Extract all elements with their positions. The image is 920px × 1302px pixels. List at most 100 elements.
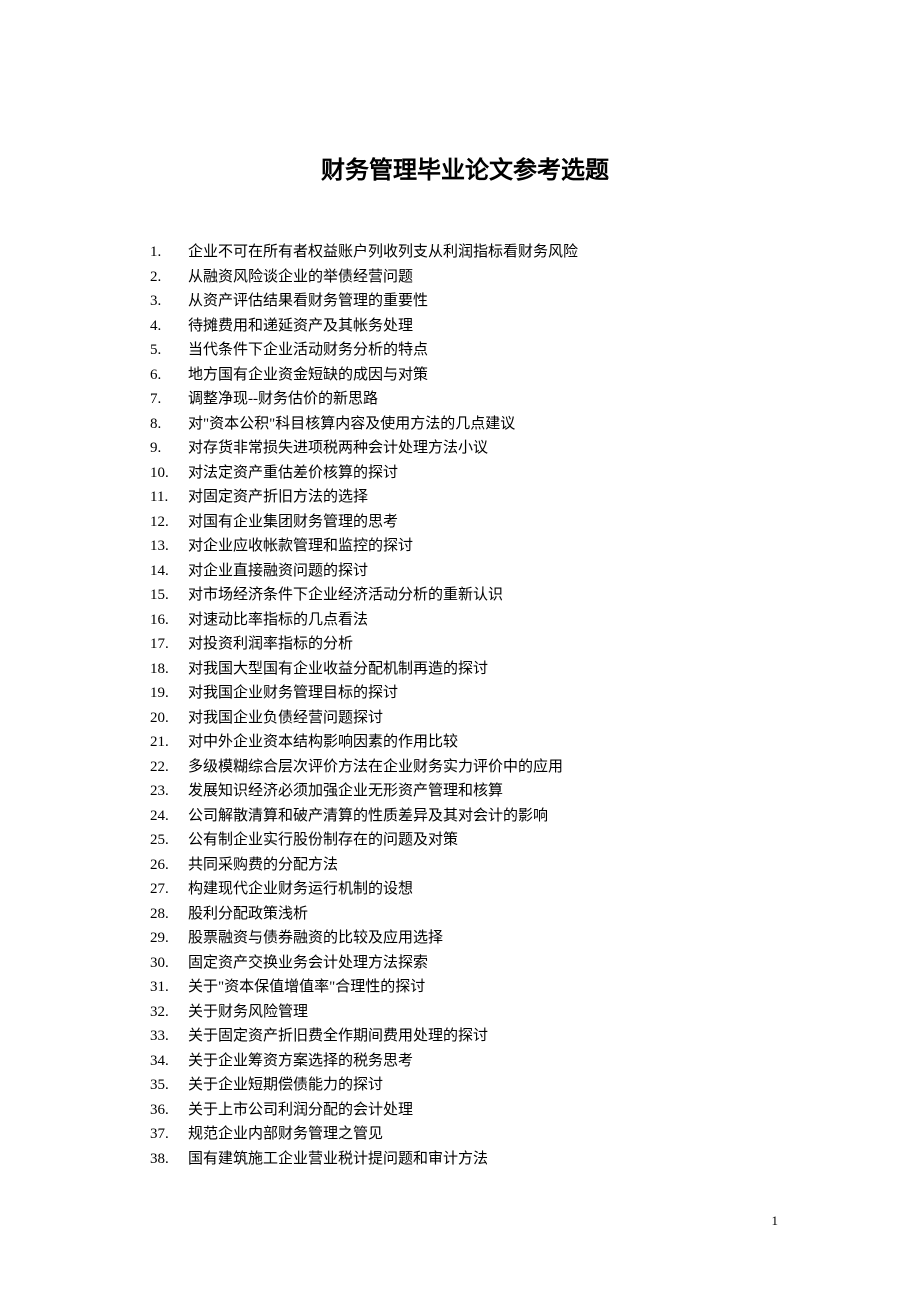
document-page: 财务管理毕业论文参考选题 1.企业不可在所有者权益账户列收列支从利润指标看财务风… xyxy=(0,0,920,1231)
item-number: 3. xyxy=(150,289,188,314)
item-text: 调整净现--财务估价的新思路 xyxy=(188,387,780,412)
list-item: 18.对我国大型国有企业收益分配机制再造的探讨 xyxy=(150,657,780,682)
item-number: 13. xyxy=(150,534,188,559)
list-item: 24.公司解散清算和破产清算的性质差异及其对会计的影响 xyxy=(150,804,780,829)
list-item: 4.待摊费用和递延资产及其帐务处理 xyxy=(150,314,780,339)
item-number: 19. xyxy=(150,681,188,706)
item-text: 关于财务风险管理 xyxy=(188,1000,780,1025)
item-text: 固定资产交换业务会计处理方法探索 xyxy=(188,951,780,976)
item-number: 28. xyxy=(150,902,188,927)
item-number: 2. xyxy=(150,265,188,290)
item-text: 关于固定资产折旧费全作期间费用处理的探讨 xyxy=(188,1024,780,1049)
list-item: 15.对市场经济条件下企业经济活动分析的重新认识 xyxy=(150,583,780,608)
item-text: 对存货非常损失进项税两种会计处理方法小议 xyxy=(188,436,780,461)
item-text: 对投资利润率指标的分析 xyxy=(188,632,780,657)
item-number: 12. xyxy=(150,510,188,535)
item-number: 37. xyxy=(150,1122,188,1147)
list-item: 11.对固定资产折旧方法的选择 xyxy=(150,485,780,510)
item-text: 从资产评估结果看财务管理的重要性 xyxy=(188,289,780,314)
item-number: 9. xyxy=(150,436,188,461)
item-number: 15. xyxy=(150,583,188,608)
item-number: 27. xyxy=(150,877,188,902)
list-item: 12.对国有企业集团财务管理的思考 xyxy=(150,510,780,535)
item-number: 8. xyxy=(150,412,188,437)
item-text: 当代条件下企业活动财务分析的特点 xyxy=(188,338,780,363)
item-text: 对"资本公积"科目核算内容及使用方法的几点建议 xyxy=(188,412,780,437)
item-number: 18. xyxy=(150,657,188,682)
list-item: 36.关于上市公司利润分配的会计处理 xyxy=(150,1098,780,1123)
item-number: 29. xyxy=(150,926,188,951)
item-text: 关于企业短期偿债能力的探讨 xyxy=(188,1073,780,1098)
item-text: 对我国企业负债经营问题探讨 xyxy=(188,706,780,731)
item-text: 对国有企业集团财务管理的思考 xyxy=(188,510,780,535)
item-number: 17. xyxy=(150,632,188,657)
list-item: 6.地方国有企业资金短缺的成因与对策 xyxy=(150,363,780,388)
item-text: 对我国大型国有企业收益分配机制再造的探讨 xyxy=(188,657,780,682)
item-number: 1. xyxy=(150,240,188,265)
item-number: 11. xyxy=(150,485,188,510)
item-number: 24. xyxy=(150,804,188,829)
list-item: 16.对速动比率指标的几点看法 xyxy=(150,608,780,633)
topic-list: 1.企业不可在所有者权益账户列收列支从利润指标看财务风险2.从融资风险谈企业的举… xyxy=(150,240,780,1171)
list-item: 13.对企业应收帐款管理和监控的探讨 xyxy=(150,534,780,559)
item-number: 25. xyxy=(150,828,188,853)
item-text: 规范企业内部财务管理之管见 xyxy=(188,1122,780,1147)
list-item: 22.多级模糊综合层次评价方法在企业财务实力评价中的应用 xyxy=(150,755,780,780)
document-title: 财务管理毕业论文参考选题 xyxy=(150,150,780,185)
item-text: 股利分配政策浅析 xyxy=(188,902,780,927)
list-item: 23.发展知识经济必须加强企业无形资产管理和核算 xyxy=(150,779,780,804)
item-text: 对中外企业资本结构影响因素的作用比较 xyxy=(188,730,780,755)
item-number: 32. xyxy=(150,1000,188,1025)
item-text: 待摊费用和递延资产及其帐务处理 xyxy=(188,314,780,339)
list-item: 32.关于财务风险管理 xyxy=(150,1000,780,1025)
item-number: 36. xyxy=(150,1098,188,1123)
item-text: 公司解散清算和破产清算的性质差异及其对会计的影响 xyxy=(188,804,780,829)
item-text: 对企业应收帐款管理和监控的探讨 xyxy=(188,534,780,559)
item-text: 从融资风险谈企业的举债经营问题 xyxy=(188,265,780,290)
item-text: 对法定资产重估差价核算的探讨 xyxy=(188,461,780,486)
list-item: 20.对我国企业负债经营问题探讨 xyxy=(150,706,780,731)
list-item: 31.关于"资本保值增值率"合理性的探讨 xyxy=(150,975,780,1000)
item-text: 共同采购费的分配方法 xyxy=(188,853,780,878)
item-number: 6. xyxy=(150,363,188,388)
list-item: 7.调整净现--财务估价的新思路 xyxy=(150,387,780,412)
item-number: 26. xyxy=(150,853,188,878)
item-number: 30. xyxy=(150,951,188,976)
list-item: 19.对我国企业财务管理目标的探讨 xyxy=(150,681,780,706)
list-item: 9.对存货非常损失进项税两种会计处理方法小议 xyxy=(150,436,780,461)
item-number: 4. xyxy=(150,314,188,339)
list-item: 33.关于固定资产折旧费全作期间费用处理的探讨 xyxy=(150,1024,780,1049)
item-text: 对市场经济条件下企业经济活动分析的重新认识 xyxy=(188,583,780,608)
list-item: 17.对投资利润率指标的分析 xyxy=(150,632,780,657)
item-number: 35. xyxy=(150,1073,188,1098)
list-item: 10.对法定资产重估差价核算的探讨 xyxy=(150,461,780,486)
item-text: 关于上市公司利润分配的会计处理 xyxy=(188,1098,780,1123)
item-text: 对速动比率指标的几点看法 xyxy=(188,608,780,633)
item-number: 21. xyxy=(150,730,188,755)
item-text: 国有建筑施工企业营业税计提问题和审计方法 xyxy=(188,1147,780,1172)
list-item: 25.公有制企业实行股份制存在的问题及对策 xyxy=(150,828,780,853)
item-text: 对企业直接融资问题的探讨 xyxy=(188,559,780,584)
item-text: 企业不可在所有者权益账户列收列支从利润指标看财务风险 xyxy=(188,240,780,265)
item-text: 地方国有企业资金短缺的成因与对策 xyxy=(188,363,780,388)
list-item: 14.对企业直接融资问题的探讨 xyxy=(150,559,780,584)
item-number: 16. xyxy=(150,608,188,633)
item-number: 23. xyxy=(150,779,188,804)
list-item: 21.对中外企业资本结构影响因素的作用比较 xyxy=(150,730,780,755)
item-number: 38. xyxy=(150,1147,188,1172)
item-number: 33. xyxy=(150,1024,188,1049)
list-item: 8.对"资本公积"科目核算内容及使用方法的几点建议 xyxy=(150,412,780,437)
item-number: 34. xyxy=(150,1049,188,1074)
item-number: 20. xyxy=(150,706,188,731)
item-text: 构建现代企业财务运行机制的设想 xyxy=(188,877,780,902)
item-text: 关于"资本保值增值率"合理性的探讨 xyxy=(188,975,780,1000)
page-number: 1 xyxy=(772,1213,779,1229)
list-item: 30.固定资产交换业务会计处理方法探索 xyxy=(150,951,780,976)
list-item: 38.国有建筑施工企业营业税计提问题和审计方法 xyxy=(150,1147,780,1172)
item-text: 多级模糊综合层次评价方法在企业财务实力评价中的应用 xyxy=(188,755,780,780)
item-number: 10. xyxy=(150,461,188,486)
item-text: 股票融资与债券融资的比较及应用选择 xyxy=(188,926,780,951)
item-text: 关于企业筹资方案选择的税务思考 xyxy=(188,1049,780,1074)
item-text: 对固定资产折旧方法的选择 xyxy=(188,485,780,510)
item-text: 对我国企业财务管理目标的探讨 xyxy=(188,681,780,706)
